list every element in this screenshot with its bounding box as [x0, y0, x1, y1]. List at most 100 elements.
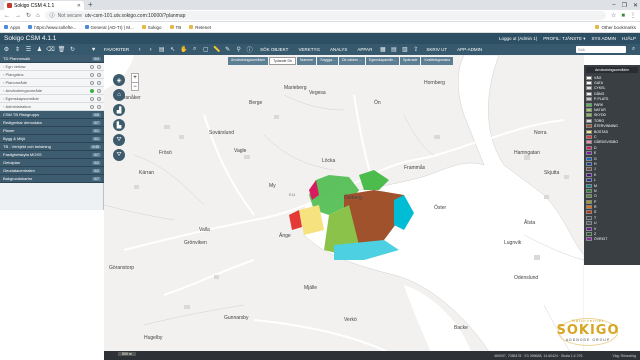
layer-group-header[interactable]: Redigerbar demodata 0/7 [0, 119, 104, 127]
hand-icon[interactable]: ✋ [180, 46, 187, 53]
info-icon[interactable] [97, 96, 101, 101]
bookmark-general[interactable]: General (AD-TI) | M... [84, 25, 134, 30]
map-tab-active[interactable]: Tydande Dh [269, 57, 296, 65]
layers-icon[interactable]: ▤ [158, 46, 165, 53]
layer-group-header[interactable]: TB - Verbjekt och belstning 0/45 [0, 143, 104, 151]
toggle-icon[interactable] [90, 72, 94, 77]
favorites-button[interactable]: FAVORITER [101, 47, 132, 52]
bookmark-retenet[interactable]: Retenet [189, 25, 211, 30]
chart-icon[interactable]: ▥ [401, 46, 408, 53]
refresh-icon[interactable]: ↻ [69, 46, 76, 53]
measure-icon[interactable]: 📏 [213, 46, 220, 53]
reload-icon[interactable]: ↻ [26, 12, 31, 19]
road-icon[interactable]: ⛛ [113, 134, 125, 146]
layer-item[interactable]: › Egn vertaw [0, 63, 104, 71]
map-canvas[interactable]: Berge Marieberg Vegesa Frösö Vagle Ön Lö… [104, 55, 584, 360]
layer-group-header[interactable]: Bakgrundskartor 0/7 [0, 175, 104, 183]
toggle-icon[interactable] [90, 104, 94, 109]
profile-menu[interactable]: PROFIL: TJÄNSTE ▾ [543, 36, 585, 42]
back-arrow-icon[interactable]: ‹ [136, 46, 143, 53]
maximize-button[interactable]: ❐ [622, 2, 627, 9]
close-window-button[interactable]: ✕ [633, 2, 638, 9]
search-icon[interactable]: ⌕ [630, 46, 637, 53]
building-icon[interactable]: ▙ [113, 119, 125, 131]
grid-icon[interactable]: ▦ [379, 46, 386, 53]
search-object-button[interactable]: SÖK OBJEKT [257, 47, 291, 52]
extension-icon[interactable]: ■ [621, 13, 625, 19]
info-icon[interactable] [97, 80, 101, 85]
browser-tab[interactable]: Sokigo CSM 4.1.1 ✕ [4, 1, 84, 10]
map-tab[interactable]: Snygga... [317, 57, 339, 65]
tools-button[interactable]: VERKTYG [295, 47, 323, 52]
new-tab-button[interactable]: + [88, 1, 96, 9]
analysis-button[interactable]: ANALYS [327, 47, 350, 52]
square-icon[interactable]: ▢ [202, 46, 209, 53]
road-alt-icon[interactable]: ⛛ [113, 149, 125, 161]
info-icon[interactable] [97, 72, 101, 77]
cursor-icon[interactable]: ↖ [169, 46, 176, 53]
pin-icon[interactable]: ⚲ [235, 46, 242, 53]
url-field[interactable]: ⓘ Not secure utv-csm-101.utv.sokigo.com:… [44, 11, 606, 20]
bookmark-tb[interactable]: TB [169, 25, 181, 30]
map-tab[interactable]: Användningsområden [228, 57, 269, 65]
forward-icon[interactable]: → [15, 13, 21, 19]
layer-group-header[interactable]: Geodatacentralen 0/2 [0, 167, 104, 175]
person-icon[interactable]: ♟ [36, 46, 43, 53]
close-tab-icon[interactable]: ✕ [77, 3, 81, 9]
map-tab[interactable]: Kvalitetsgranska [421, 57, 454, 65]
map-tab[interactable]: Dk värden ... [339, 57, 365, 65]
export-icon[interactable]: ⇪ [412, 46, 419, 53]
zoom-in-button[interactable]: + [132, 74, 138, 82]
map-tab[interactable]: Egenskapsmån... [366, 57, 400, 65]
ruler-icon[interactable]: ▟ [113, 104, 125, 116]
table-icon[interactable]: ▤ [390, 46, 397, 53]
layer-item-active[interactable]: › Användningsområde [0, 87, 104, 95]
bookmark-apps[interactable]: Apps [4, 25, 20, 30]
heart-icon[interactable]: ♥ [90, 46, 97, 53]
layer-group-header[interactable]: Bygg & Miljö 0/1 [0, 135, 104, 143]
zoom-out-button[interactable]: − [132, 82, 138, 91]
toggle-icon[interactable] [90, 80, 94, 85]
app-admin-button[interactable]: APP-ADMIN [454, 47, 485, 52]
info-icon[interactable] [97, 64, 101, 69]
updown-icon[interactable]: ⇕ [14, 46, 21, 53]
apps-button[interactable]: APPAR [354, 47, 375, 52]
minimize-button[interactable]: – [612, 2, 615, 8]
zoom-icon[interactable]: ⌕ [191, 46, 198, 53]
list-icon[interactable]: ☰ [25, 46, 32, 53]
layer-group-header[interactable]: Planer 0/1 [0, 127, 104, 135]
layer-item[interactable]: › Administration [0, 103, 104, 111]
layer-group-header[interactable]: TD Planmosaik 0/4 [0, 55, 104, 63]
toggle-on-icon[interactable] [90, 88, 94, 93]
info-icon[interactable] [97, 104, 101, 109]
star-icon[interactable]: ☆ [611, 12, 616, 19]
sys-admin-link[interactable]: SYS ADMIN [591, 36, 616, 42]
layer-item[interactable]: › Planområde [0, 79, 104, 87]
gear-icon[interactable]: ⚙ [3, 46, 10, 53]
bookmark-sokigo[interactable]: Sokigo [141, 25, 162, 30]
layers-icon[interactable]: ◈ [113, 74, 125, 86]
layer-group-header[interactable]: CSM TB Riskgrupps 0/8 [0, 111, 104, 119]
forward-arrow-icon[interactable]: › [147, 46, 154, 53]
print-button[interactable]: SKRIV UT [423, 47, 450, 52]
home-icon[interactable]: ⌂ [113, 89, 125, 101]
back-icon[interactable]: ← [4, 13, 10, 19]
bookmark-sollefte[interactable]: https://www.sollefte... [28, 25, 77, 30]
menu-icon[interactable]: ⋮ [630, 12, 636, 19]
other-bookmarks[interactable]: Other bookmarks [595, 25, 636, 30]
toolbar-search-input[interactable]: Sök [576, 46, 626, 53]
layer-item[interactable]: › Plangräns [0, 71, 104, 79]
pen-icon[interactable]: ✎ [224, 46, 231, 53]
toggle-icon[interactable] [90, 64, 94, 69]
layer-group-header[interactable]: Fastighetskyta MOSS 0/7 [0, 151, 104, 159]
map-tab[interactable]: Spärrade [400, 57, 421, 65]
logout-link[interactable]: Loggo ut (Admin 1) [499, 36, 537, 42]
info-icon[interactable] [97, 88, 101, 93]
map-tab[interactable]: Nummer [296, 57, 317, 65]
trash-icon[interactable]: 🗑 [58, 46, 66, 53]
toggle-icon[interactable] [90, 96, 94, 101]
layer-item[interactable]: › Egenskapsområde [0, 95, 104, 103]
info-circle-icon[interactable]: ⓘ [246, 46, 253, 54]
home-icon[interactable]: ⌂ [36, 13, 40, 19]
help-link[interactable]: HJÄLP [622, 36, 636, 42]
